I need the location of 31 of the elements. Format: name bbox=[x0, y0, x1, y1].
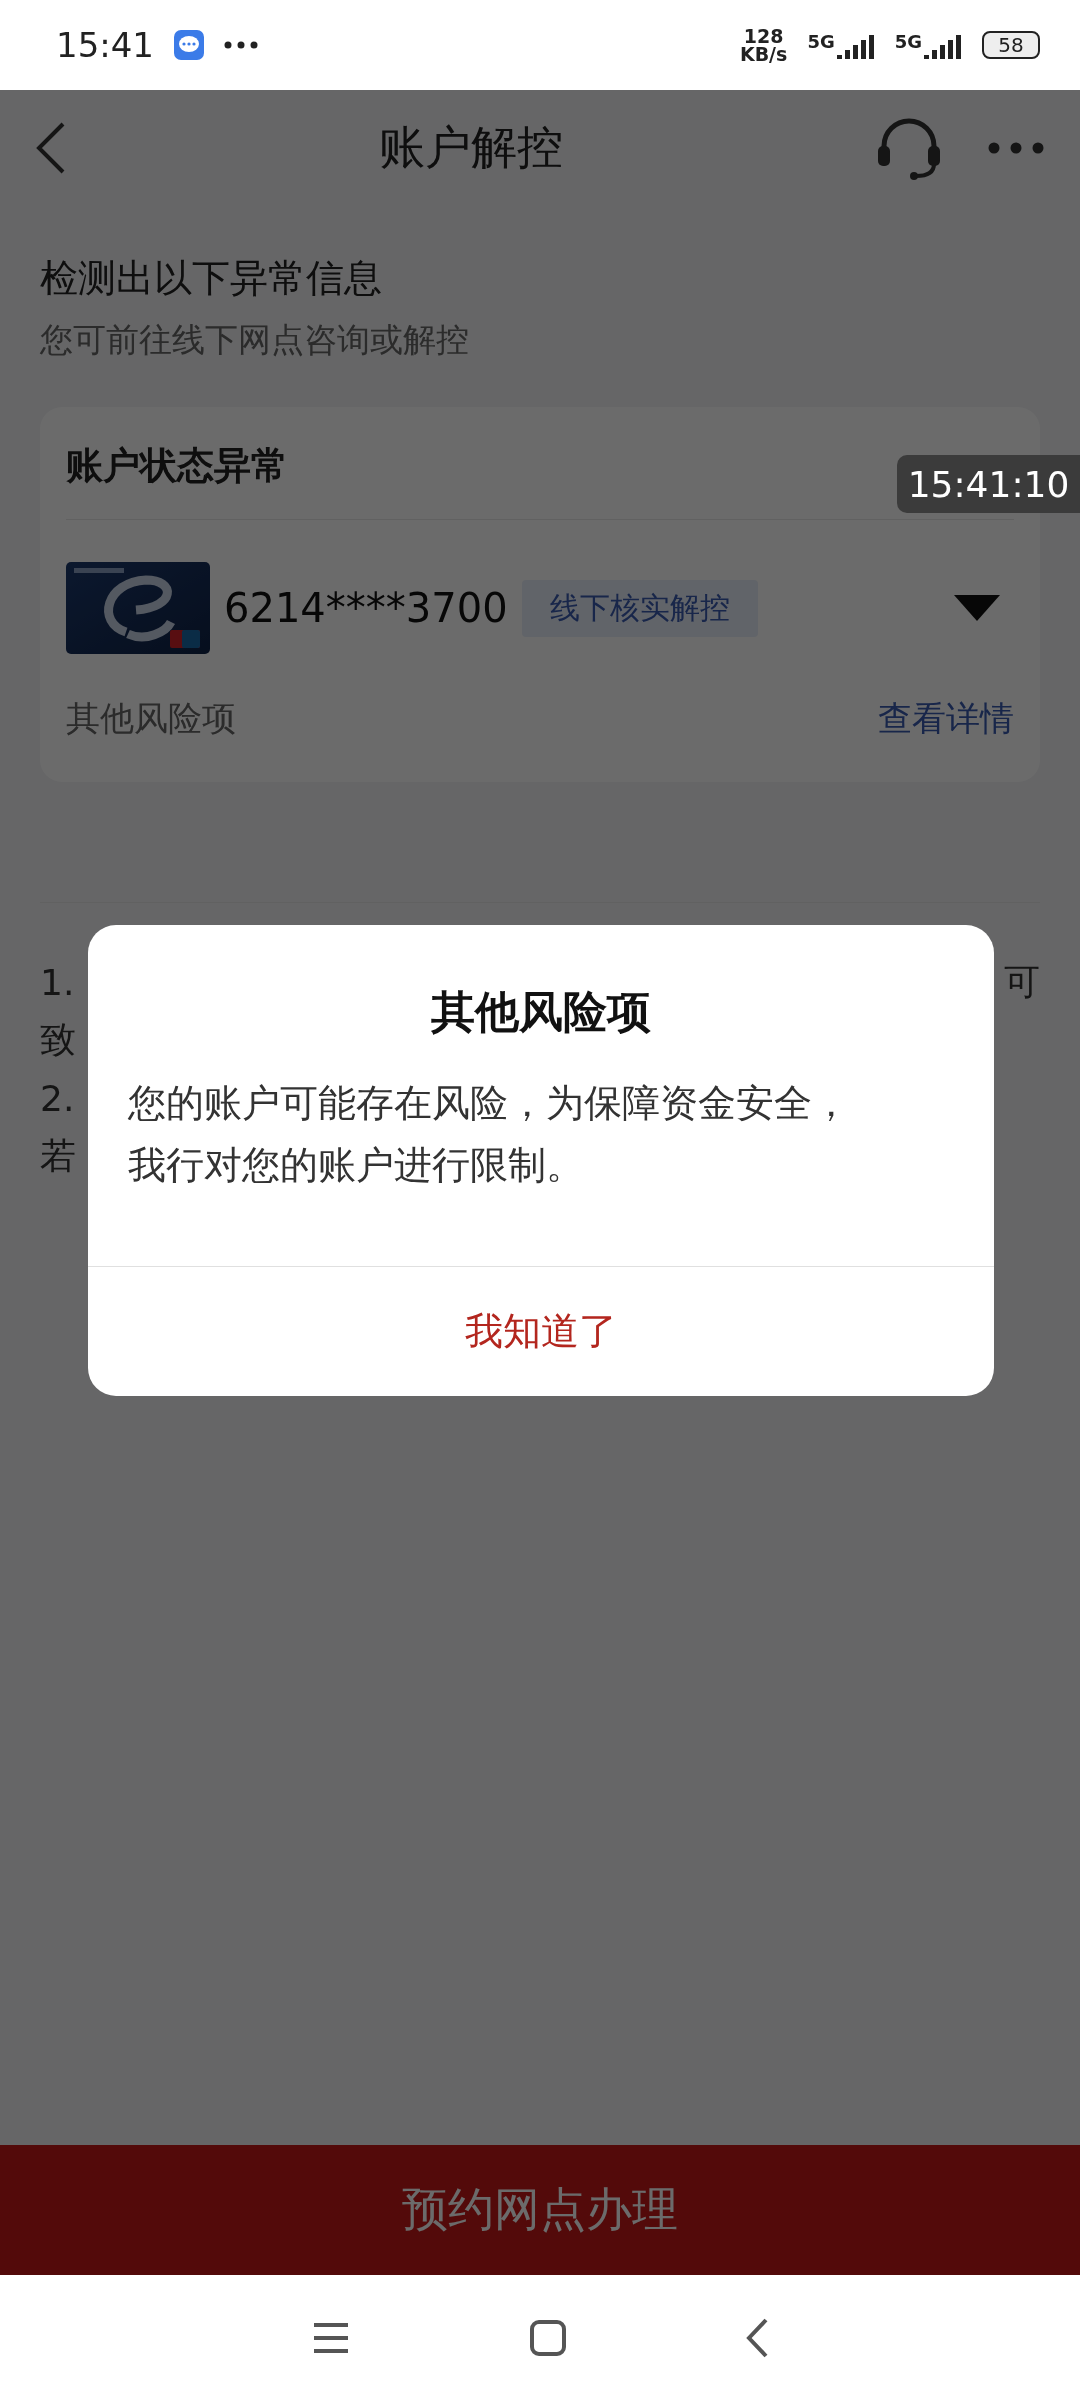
page-title: 账户解控 bbox=[378, 118, 564, 176]
status-tag: 线下核实解控 bbox=[521, 579, 758, 637]
note-text: 1. bbox=[40, 961, 75, 1003]
risk-label: 其他风险项 bbox=[66, 697, 236, 740]
menu-icon[interactable] bbox=[312, 2321, 350, 2354]
message-icon bbox=[174, 30, 204, 60]
section-subheading: 您可前往线下网点咨询或解控 bbox=[40, 319, 470, 361]
network-speed: 128 KB/s bbox=[739, 26, 788, 64]
dialog-message: 您的账户可能存在风险，为保障资金安全， 我行对您的账户进行限制。 bbox=[127, 1080, 851, 1189]
note-text: 致 bbox=[40, 1017, 76, 1062]
battery-level: 58 bbox=[982, 31, 1040, 59]
note-text: 若 bbox=[40, 1133, 76, 1178]
back-icon[interactable] bbox=[36, 121, 66, 174]
network-type: 5G bbox=[807, 31, 835, 52]
bank-card-icon bbox=[66, 562, 210, 654]
timestamp-badge: 15:41:10 bbox=[897, 455, 1080, 513]
more-notifications-icon bbox=[224, 41, 258, 49]
status-time: 15:41 bbox=[56, 25, 154, 65]
acknowledge-button[interactable]: 我知道了 bbox=[88, 1266, 994, 1396]
account-number: 6214****3700 bbox=[224, 585, 508, 631]
network-type: 5G bbox=[894, 31, 922, 52]
dialog-title: 其他风险项 bbox=[430, 985, 652, 1039]
home-square-icon[interactable] bbox=[530, 2319, 566, 2356]
book-branch-button[interactable]: 预约网点办理 bbox=[0, 2145, 1080, 2275]
view-details-link[interactable]: 查看详情 bbox=[878, 696, 1014, 742]
more-icon[interactable] bbox=[988, 141, 1044, 154]
dropdown-triangle-icon[interactable] bbox=[954, 595, 1000, 621]
section-heading: 检测出以下异常信息 bbox=[40, 255, 383, 302]
note-text: 2. bbox=[40, 1077, 75, 1119]
back-icon[interactable] bbox=[746, 2317, 768, 2358]
note-text: 可 bbox=[1004, 959, 1040, 1004]
